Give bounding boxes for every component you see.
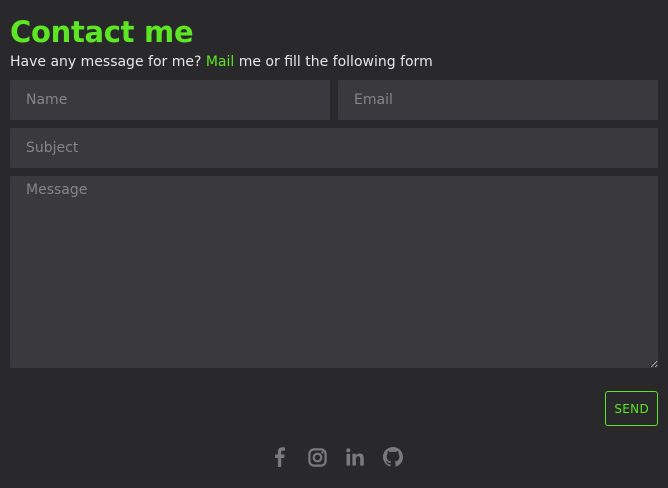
page-title: Contact me	[10, 15, 194, 49]
email-input[interactable]	[338, 80, 658, 120]
contact-section: Contact me Have any message for me? Mail…	[0, 0, 668, 488]
name-input[interactable]	[10, 80, 330, 120]
message-textarea[interactable]	[10, 176, 658, 368]
subtitle-text-start: Have any message for me?	[10, 54, 206, 70]
name-email-row	[10, 80, 658, 120]
mail-link[interactable]: Mail	[206, 54, 234, 70]
send-row: SEND	[10, 391, 658, 426]
subtitle-text-end: me or fill the following form	[234, 54, 433, 70]
subtitle: Have any message for me? Mail me or fill…	[10, 52, 658, 72]
social-links	[0, 446, 668, 468]
instagram-icon[interactable]	[307, 446, 327, 468]
contact-form: SEND	[10, 80, 658, 426]
subject-input[interactable]	[10, 128, 658, 168]
github-icon[interactable]	[383, 446, 403, 468]
linkedin-icon[interactable]	[345, 446, 365, 468]
send-button[interactable]: SEND	[605, 391, 658, 426]
facebook-icon[interactable]	[269, 446, 289, 468]
